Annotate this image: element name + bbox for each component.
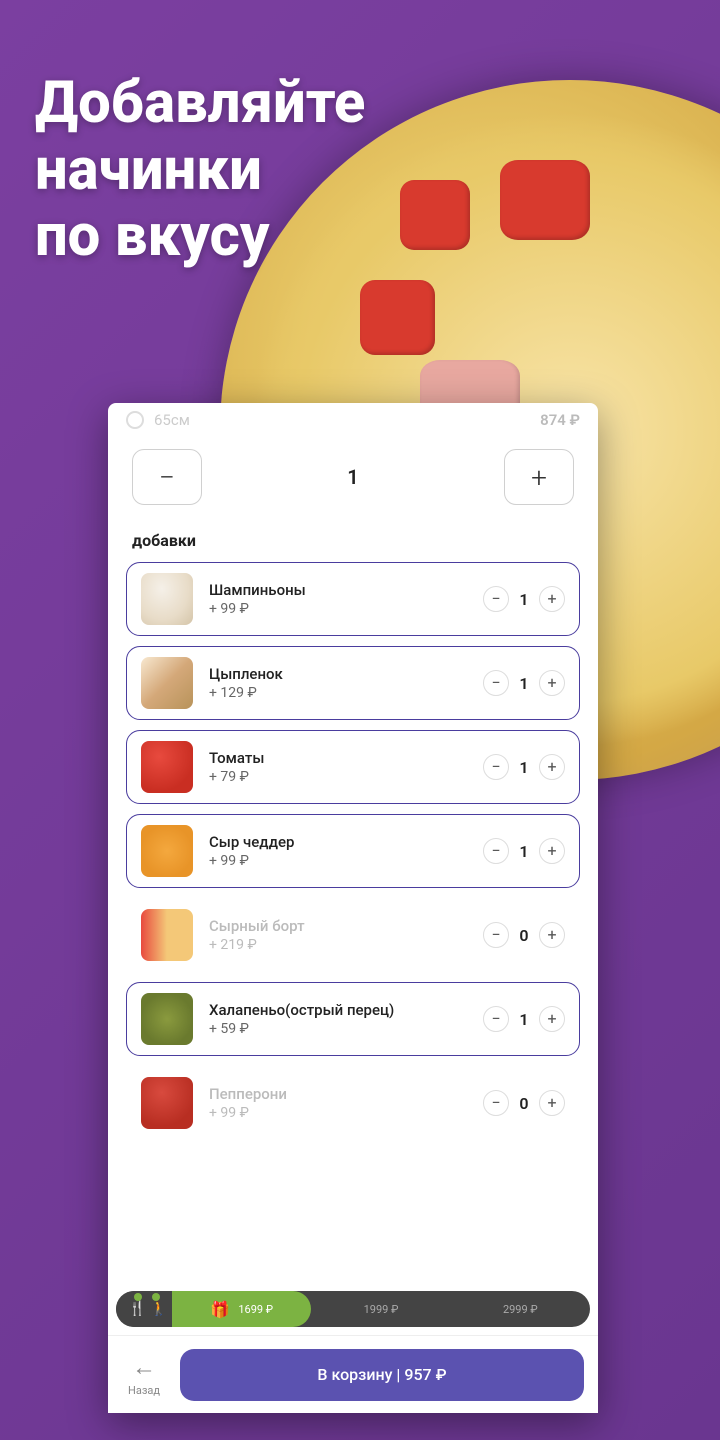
addon-price: + 99 ₽ <box>209 853 483 869</box>
addon-decrease-button[interactable]: − <box>483 838 509 864</box>
quantity-increase-button[interactable]: + <box>504 449 574 505</box>
addon-quantity: 0 <box>515 1094 533 1113</box>
back-arrow-icon: ← <box>132 1353 156 1382</box>
addon-decrease-button[interactable]: − <box>483 1006 509 1032</box>
addon-row[interactable]: Халапеньо(острый перец) + 59 ₽−1 + <box>126 982 580 1056</box>
rewards-progress-bar[interactable]: 🍴 🚶 🎁 1699 ₽ 1999 ₽ 2999 ₽ <box>116 1291 590 1327</box>
addon-price: + 99 ₽ <box>209 1105 483 1121</box>
addon-increase-button[interactable]: + <box>539 838 565 864</box>
addon-name: Шампиньоны <box>209 581 483 599</box>
quantity-value: 1 <box>347 465 358 489</box>
size-option-row[interactable]: 65см 874 ₽ <box>108 403 598 435</box>
bottom-bar: ← Назад В корзину | 957 ₽ <box>108 1335 598 1413</box>
addon-name: Томаты <box>209 749 483 767</box>
app-screen: 65см 874 ₽ − 1 + добавки Шампиньоны + 99 … <box>108 403 598 1413</box>
addon-image <box>141 909 193 961</box>
addon-quantity: 1 <box>515 590 533 609</box>
addon-row[interactable]: Пепперони + 99 ₽−0 + <box>126 1066 580 1140</box>
quantity-stepper: − 1 + <box>108 435 598 523</box>
addon-image <box>141 1077 193 1129</box>
addon-price: + 99 ₽ <box>209 601 483 617</box>
size-label: 65см <box>154 411 540 429</box>
headline-text: Добавляйте начинки по вкусу <box>35 70 365 270</box>
size-price: 874 ₽ <box>540 411 580 429</box>
addon-decrease-button[interactable]: − <box>483 670 509 696</box>
addon-quantity: 1 <box>515 842 533 861</box>
addon-row[interactable]: Цыпленок + 129 ₽−1 + <box>126 646 580 720</box>
addon-name: Сырный борт <box>209 917 483 935</box>
addon-price: + 219 ₽ <box>209 937 483 953</box>
addon-increase-button[interactable]: + <box>539 754 565 780</box>
addon-image <box>141 993 193 1045</box>
addon-name: Сыр чеддер <box>209 833 483 851</box>
addon-decrease-button[interactable]: − <box>483 1090 509 1116</box>
addon-quantity: 1 <box>515 674 533 693</box>
addon-increase-button[interactable]: + <box>539 1090 565 1116</box>
addon-row[interactable]: Сыр чеддер + 99 ₽−1 + <box>126 814 580 888</box>
addon-quantity: 0 <box>515 926 533 945</box>
back-label: Назад <box>128 1384 160 1397</box>
addons-section-title: добавки <box>108 523 598 562</box>
progress-tier-2: 1999 ₽ <box>311 1291 450 1327</box>
gift-icon: 🎁 <box>210 1300 230 1319</box>
addon-decrease-button[interactable]: − <box>483 922 509 948</box>
addon-decrease-button[interactable]: − <box>483 586 509 612</box>
addon-increase-button[interactable]: + <box>539 670 565 696</box>
addon-image <box>141 825 193 877</box>
addon-image <box>141 573 193 625</box>
addon-price: + 129 ₽ <box>209 685 483 701</box>
addon-image <box>141 741 193 793</box>
progress-icons: 🍴 🚶 <box>116 1291 172 1327</box>
addon-name: Халапеньо(острый перец) <box>209 1001 483 1019</box>
addon-row[interactable]: Сырный борт + 219 ₽−0 + <box>126 898 580 972</box>
addon-decrease-button[interactable]: − <box>483 754 509 780</box>
addon-increase-button[interactable]: + <box>539 1006 565 1032</box>
addon-price: + 79 ₽ <box>209 769 483 785</box>
addon-row[interactable]: Томаты + 79 ₽−1 + <box>126 730 580 804</box>
add-to-cart-button[interactable]: В корзину | 957 ₽ <box>180 1349 584 1401</box>
addon-name: Пепперони <box>209 1085 483 1103</box>
addon-price: + 59 ₽ <box>209 1021 483 1037</box>
quantity-decrease-button[interactable]: − <box>132 449 202 505</box>
progress-tier-1: 🎁 1699 ₽ <box>172 1291 311 1327</box>
addon-image <box>141 657 193 709</box>
radio-icon <box>126 411 144 429</box>
addon-quantity: 1 <box>515 758 533 777</box>
addon-increase-button[interactable]: + <box>539 586 565 612</box>
progress-tier-3: 2999 ₽ <box>451 1291 590 1327</box>
addon-row[interactable]: Шампиньоны + 99 ₽−1 + <box>126 562 580 636</box>
back-button[interactable]: ← Назад <box>122 1349 166 1401</box>
addon-quantity: 1 <box>515 1010 533 1029</box>
addon-name: Цыпленок <box>209 665 483 683</box>
addon-increase-button[interactable]: + <box>539 922 565 948</box>
